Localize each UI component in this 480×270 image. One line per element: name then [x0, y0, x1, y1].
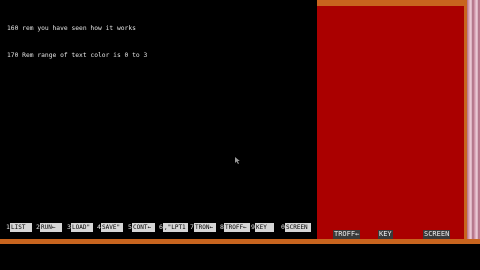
- right-key-labels: TROFF← KEY SCREEN: [333, 230, 463, 240]
- right-key-troff[interactable]: TROFF←: [333, 230, 361, 239]
- function-key-label: LIST: [10, 222, 32, 232]
- function-key-4[interactable]: 4 SAVE": [97, 222, 123, 232]
- function-key-9[interactable]: 9 KEY: [251, 222, 274, 232]
- right-key-screen[interactable]: SCREEN: [423, 230, 451, 239]
- function-key-8[interactable]: 8 TROFF←: [220, 222, 250, 232]
- function-key-5[interactable]: 5 CONT←: [128, 222, 155, 232]
- basic-screen: 160 rem you have seen how it works 170 R…: [0, 0, 480, 270]
- function-key-label: TRON←: [194, 222, 216, 232]
- function-key-label: KEY: [255, 222, 274, 232]
- listing-line: 160 rem you have seen how it works: [7, 25, 136, 32]
- red-color-block: [317, 6, 464, 239]
- function-key-3[interactable]: 3 LOAD": [67, 222, 93, 232]
- function-key-2[interactable]: 2 RUN←: [36, 222, 62, 232]
- function-key-label: TROFF←: [224, 222, 250, 232]
- function-key-7[interactable]: 7 TRON←: [190, 222, 216, 232]
- function-key-6[interactable]: 6 ,"LPT1: [159, 222, 188, 232]
- function-key-label: SAVE": [101, 222, 123, 232]
- function-key-label: CONT←: [132, 222, 155, 232]
- pink-edge-strip: [467, 0, 480, 243]
- function-key-10[interactable]: 0 SCREEN: [281, 222, 311, 232]
- function-key-label: ,"LPT1: [163, 222, 188, 232]
- function-key-label: RUN←: [40, 222, 62, 232]
- function-key-label: LOAD": [71, 222, 93, 232]
- function-key-label: SCREEN: [285, 222, 311, 232]
- listing-line: 170 Rem range of text color is 0 to 3: [7, 52, 148, 59]
- function-key-bar: 1 LIST 2 RUN← 3 LOAD" 4 SAVE" 5 CONT← 6 …: [6, 222, 312, 234]
- mouse-pointer-icon: [235, 157, 240, 164]
- right-key-key[interactable]: KEY: [378, 230, 393, 239]
- function-key-1[interactable]: 1 LIST: [6, 222, 32, 232]
- bottom-margin: [0, 244, 480, 270]
- program-listing: 160 rem you have seen how it works 170 R…: [7, 6, 147, 78]
